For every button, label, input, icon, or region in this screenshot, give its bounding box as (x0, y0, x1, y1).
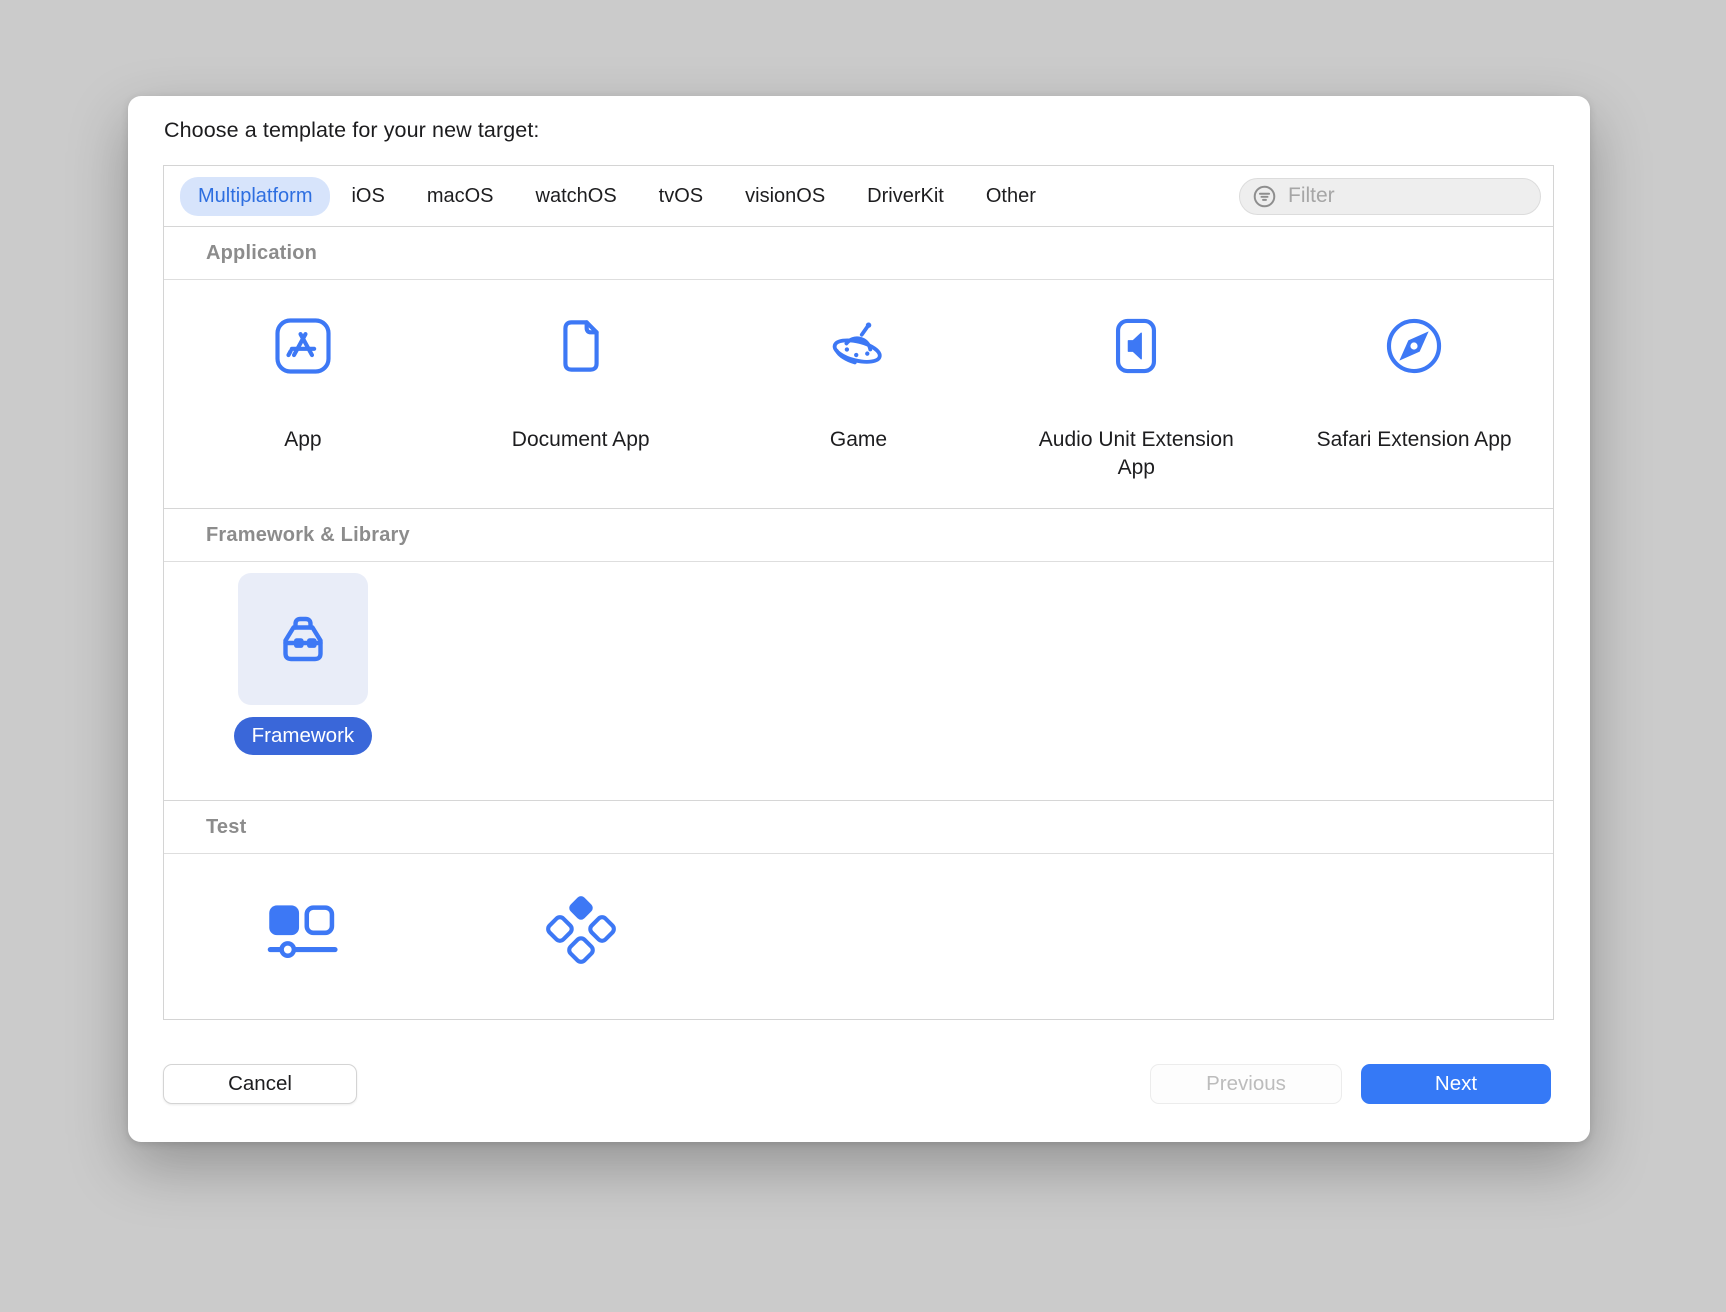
template-item-unit-test-icon[interactable] (442, 854, 720, 1020)
template-item-document-app[interactable]: Document App (442, 280, 720, 508)
app-store-icon (269, 313, 337, 379)
section-title: Test (206, 816, 246, 839)
tab-tvos[interactable]: tvOS (638, 177, 724, 216)
template-item-app[interactable]: App (164, 280, 442, 508)
template-item-safari-extension-app[interactable]: Safari Extension App (1275, 280, 1553, 508)
previous-button[interactable]: Previous (1150, 1064, 1342, 1104)
tab-ios[interactable]: iOS (330, 177, 405, 216)
sections: Application App Document App Game Audio Unit… (164, 226, 1553, 1020)
section-header-test: Test (164, 800, 1553, 854)
section-title: Framework & Library (206, 524, 410, 547)
dialog-footer: Cancel Previous Next (163, 1064, 1551, 1104)
template-item-ui-test-icon[interactable] (164, 854, 442, 1020)
tab-macos[interactable]: macOS (406, 177, 515, 216)
ui-test-icon (260, 892, 346, 966)
template-item-game[interactable]: Game (720, 280, 998, 508)
cancel-button[interactable]: Cancel (163, 1064, 357, 1104)
filter-icon (1252, 184, 1277, 209)
template-item-audio-unit-extension-app[interactable]: Audio Unit Extension App (997, 280, 1275, 508)
ufo-icon (824, 313, 892, 379)
tab-driverkit[interactable]: DriverKit (846, 177, 965, 216)
section-items-test (164, 854, 1553, 1020)
dialog-title: Choose a template for your new target: (164, 118, 539, 143)
desktop-background: Choose a template for your new target: M… (0, 0, 1726, 1312)
next-button[interactable]: Next (1361, 1064, 1551, 1104)
tab-watchos[interactable]: watchOS (515, 177, 638, 216)
section-header-framework-library: Framework & Library (164, 508, 1553, 562)
section-header-application: Application (164, 226, 1553, 280)
section-title: Application (206, 242, 317, 265)
tab-visionos[interactable]: visionOS (724, 177, 846, 216)
template-item-label: App (198, 426, 408, 454)
unit-test-icon (544, 892, 618, 966)
template-chooser: MultiplatformiOSmacOSwatchOStvOSvisionOS… (163, 165, 1554, 1020)
tab-bar: MultiplatformiOSmacOSwatchOStvOSvisionOS… (164, 166, 1553, 226)
toolbox-icon (238, 573, 368, 705)
platform-tabs: MultiplatformiOSmacOSwatchOStvOSvisionOS… (180, 177, 1057, 216)
speaker-icon (1102, 313, 1170, 379)
template-item-framework[interactable]: Framework (164, 562, 442, 800)
compass-icon (1380, 313, 1448, 379)
filter-field[interactable] (1239, 178, 1541, 215)
tab-other[interactable]: Other (965, 177, 1057, 216)
tab-multiplatform[interactable]: Multiplatform (180, 177, 330, 216)
template-item-label: Safari Extension App (1309, 426, 1519, 454)
document-icon (547, 313, 615, 379)
filter-input[interactable] (1286, 183, 1520, 209)
section-items-application: App Document App Game Audio Unit Extension … (164, 280, 1553, 508)
template-item-label: Framework (234, 717, 373, 755)
template-item-label: Audio Unit Extension App (1031, 426, 1241, 482)
template-item-label: Document App (476, 426, 686, 454)
template-item-label: Game (753, 426, 963, 454)
new-target-template-dialog: Choose a template for your new target: M… (128, 96, 1590, 1142)
section-items-framework-library: Framework (164, 562, 1553, 800)
